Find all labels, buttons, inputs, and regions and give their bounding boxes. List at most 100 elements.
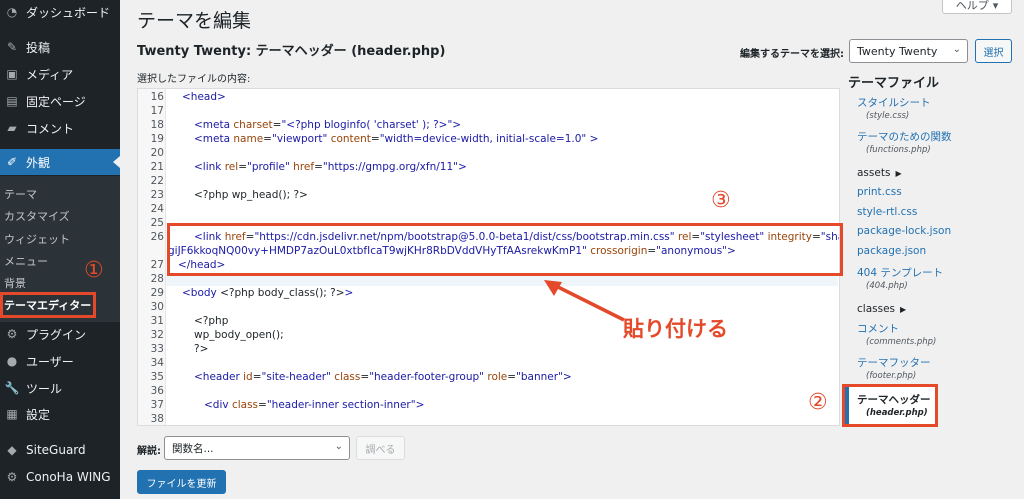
- theme-select[interactable]: Twenty Twenty ⌄: [849, 39, 968, 63]
- documentation-label: 解説:: [137, 446, 161, 457]
- theme-file-link[interactable]: style-rtl.css: [857, 206, 917, 218]
- sidebar-item[interactable]: ▰ コメント: [0, 117, 120, 139]
- caret-right-icon: ▶: [900, 305, 907, 314]
- line-number: 21: [150, 161, 164, 173]
- line-number: 33: [150, 343, 164, 355]
- sidebar-item-label: 投稿: [26, 40, 51, 55]
- sidebar-item-label: ユーザー: [26, 354, 74, 369]
- select-button[interactable]: 選択: [975, 39, 1012, 63]
- theme-file-link[interactable]: package-lock.json: [857, 225, 951, 237]
- submenu-item[interactable]: カスタマイズ: [4, 208, 70, 224]
- update-file-button[interactable]: ファイルを更新: [137, 470, 226, 494]
- theme-select-value: Twenty Twenty: [857, 44, 938, 58]
- sidebar-item-label: SiteGuard: [26, 443, 86, 457]
- pin-icon: ✎: [6, 40, 18, 54]
- function-select-value: 関数名...: [172, 442, 214, 455]
- sidebar-item-label: メディア: [26, 67, 74, 82]
- page-icon: ▤: [6, 94, 18, 108]
- line-number: 31: [150, 315, 164, 327]
- folder-toggle[interactable]: classes ▶: [857, 303, 906, 315]
- theme-file-link[interactable]: print.css: [857, 186, 902, 198]
- content-label: 選択したファイルの内容:: [137, 74, 251, 85]
- sidebar-item[interactable]: ◆ SiteGuard: [0, 439, 120, 461]
- comment-icon: ▰: [7, 121, 17, 135]
- sidebar-item-label: ダッシュボード: [26, 5, 111, 20]
- chevron-down-icon: ⌄: [334, 441, 343, 452]
- theme-file-name: (404.php): [866, 281, 908, 291]
- annotation-box-file: [842, 384, 938, 427]
- annotation-paste-label: 貼り付ける: [623, 317, 728, 341]
- annotation-number-3: ③: [711, 188, 731, 213]
- theme-file-link[interactable]: コメント: [857, 321, 899, 336]
- sidebar-item[interactable]: ▤ 固定ページ: [0, 90, 120, 112]
- sidebar-item-label: コメント: [26, 121, 75, 136]
- theme-file-link[interactable]: テーマのための関数: [857, 129, 952, 144]
- code-line: <meta charset="<?php bloginfo( 'charset'…: [194, 119, 462, 131]
- annotation-number-2: ②: [808, 390, 828, 415]
- code-line: wp_body_open();: [194, 329, 284, 341]
- sidebar-item[interactable]: 🔧 ツール: [0, 377, 120, 399]
- line-number: 24: [150, 203, 164, 215]
- submenu-item[interactable]: テーマ: [4, 186, 37, 202]
- annotation-box-menu: [0, 292, 96, 318]
- sidebar-item[interactable]: ✎ 投稿: [0, 36, 120, 58]
- line-number: 38: [150, 413, 164, 425]
- sidebar-item[interactable]: ◔ ダッシュボード: [0, 1, 120, 23]
- line-number: 22: [150, 175, 164, 187]
- line-number: 23: [150, 189, 164, 201]
- help-tab[interactable]: ヘルプ ▾: [942, 0, 1012, 14]
- current-line-highlight: [138, 275, 838, 286]
- user-icon: ●: [6, 354, 18, 368]
- line-number: 16: [150, 91, 164, 103]
- line-number: 17: [150, 105, 164, 117]
- file-heading: Twenty Twenty: テーマヘッダー (header.php): [137, 44, 446, 59]
- submenu-item[interactable]: ウィジェット: [4, 231, 70, 247]
- line-number: 27: [150, 259, 164, 271]
- caret-right-icon: ▶: [895, 169, 902, 178]
- sidebar-item[interactable]: ⚙ プラグイン: [0, 323, 120, 345]
- theme-select-label: 編集するテーマを選択:: [740, 49, 844, 60]
- theme-file-link[interactable]: スタイルシート: [857, 95, 931, 110]
- sidebar-item-label: 外観: [26, 155, 51, 170]
- sidebar-item[interactable]: ▦ 設定: [0, 403, 120, 425]
- lookup-button[interactable]: 調べる: [356, 436, 405, 460]
- theme-file-link[interactable]: package.json: [857, 245, 926, 257]
- line-number-gutter: 16 17 18 19 20 21 22 23 24 25 26 27 28 29 30 31 32 33 34 35…: [138, 89, 166, 425]
- sidebar-item[interactable]: ✐ 外観: [0, 149, 120, 175]
- line-number: 29: [150, 287, 164, 299]
- theme-file-link[interactable]: 404 テンプレート: [857, 265, 943, 280]
- line-number: 26: [150, 231, 164, 243]
- sidebar-item-label: 設定: [26, 407, 51, 422]
- page-title: テーマを編集: [137, 10, 252, 32]
- theme-file-name: (functions.php): [866, 145, 931, 155]
- line-number: 30: [150, 301, 164, 313]
- line-number: 25: [150, 217, 164, 229]
- line-number: 34: [150, 357, 164, 369]
- plugin-icon: ⚙: [6, 327, 18, 341]
- code-line: <div class="header-inner section-inner">: [204, 399, 425, 411]
- code-line: <?php wp_head(); ?>: [194, 189, 308, 201]
- theme-file-name: (style.css): [866, 111, 910, 121]
- submenu-item[interactable]: 背景: [4, 275, 26, 291]
- folder-label: classes: [857, 303, 895, 315]
- theme-files-heading: テーマファイル: [848, 76, 940, 91]
- sidebar-item[interactable]: ● ユーザー: [0, 350, 120, 372]
- theme-file-name: (footer.php): [866, 371, 917, 381]
- code-line: <meta name="viewport" content="width=dev…: [194, 133, 599, 145]
- folder-toggle[interactable]: assets ▶: [857, 167, 902, 179]
- admin-sidebar: ◔ ダッシュボード ✎ 投稿 ▣ メディア ▤ 固定ページ ▰ コメント ✐ 外観 ⚙ プラグイン ● ユーザ…: [0, 0, 120, 499]
- theme-file-link[interactable]: テーマフッター: [857, 355, 931, 370]
- code-line: <head>: [182, 91, 226, 103]
- tool-icon: 🔧: [4, 381, 20, 395]
- sidebar-item[interactable]: ⚙ ConoHa WING: [0, 466, 120, 488]
- annotation-number-1: ①: [84, 258, 104, 283]
- line-number: 20: [150, 147, 164, 159]
- line-number: 35: [150, 371, 164, 383]
- line-number: 32: [150, 329, 164, 341]
- sidebar-item-label: 固定ページ: [26, 94, 86, 109]
- code-line: <header id="site-header" class="header-f…: [194, 371, 572, 383]
- submenu-item[interactable]: メニュー: [4, 253, 48, 269]
- sidebar-item[interactable]: ▣ メディア: [0, 63, 120, 85]
- function-select[interactable]: 関数名... ⌄: [164, 436, 350, 460]
- sidebar-item-label: ツール: [26, 381, 63, 396]
